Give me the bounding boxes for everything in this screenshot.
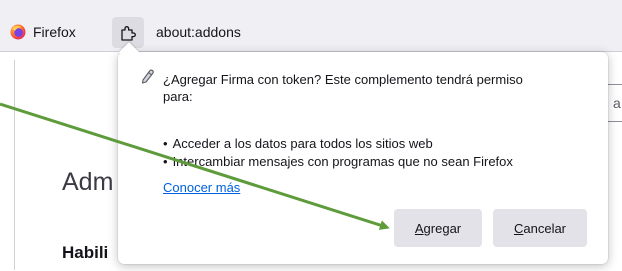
section-heading: Habili (62, 243, 109, 262)
extension-icon (141, 69, 154, 84)
permission-list: Acceder a los datos para todos los sitio… (163, 135, 513, 171)
search-fragment: a (613, 95, 621, 111)
heading-line-2: para: (163, 89, 193, 104)
page-title: Adm (62, 168, 114, 196)
cancel-label: ancelar (523, 220, 567, 236)
heading-line-1: ¿Agregar Firma con token? Este complemen… (163, 72, 523, 87)
permission-heading: ¿Agregar Firma con token? Este complemen… (163, 71, 593, 105)
permission-item: Intercambiar mensajes con programas que … (163, 153, 513, 171)
firefox-logo-icon (10, 24, 26, 40)
learn-more-link[interactable]: Conocer más (163, 180, 240, 195)
identity-label: Firefox (33, 24, 76, 40)
url-input[interactable]: about:addons (156, 24, 241, 40)
add-button[interactable]: Agregar (394, 209, 482, 247)
add-label: gregar (423, 220, 462, 236)
url-bar: Firefox about:addons (0, 0, 622, 52)
cancel-button[interactable]: Cancelar (493, 209, 587, 247)
add-accesskey: A (414, 220, 424, 236)
puzzle-piece-icon (121, 25, 136, 41)
page-divider (14, 60, 15, 270)
identity-box[interactable]: Firefox (10, 20, 76, 44)
cancel-accesskey: C (513, 220, 524, 236)
permission-item: Acceder a los datos para todos los sitio… (163, 135, 513, 153)
